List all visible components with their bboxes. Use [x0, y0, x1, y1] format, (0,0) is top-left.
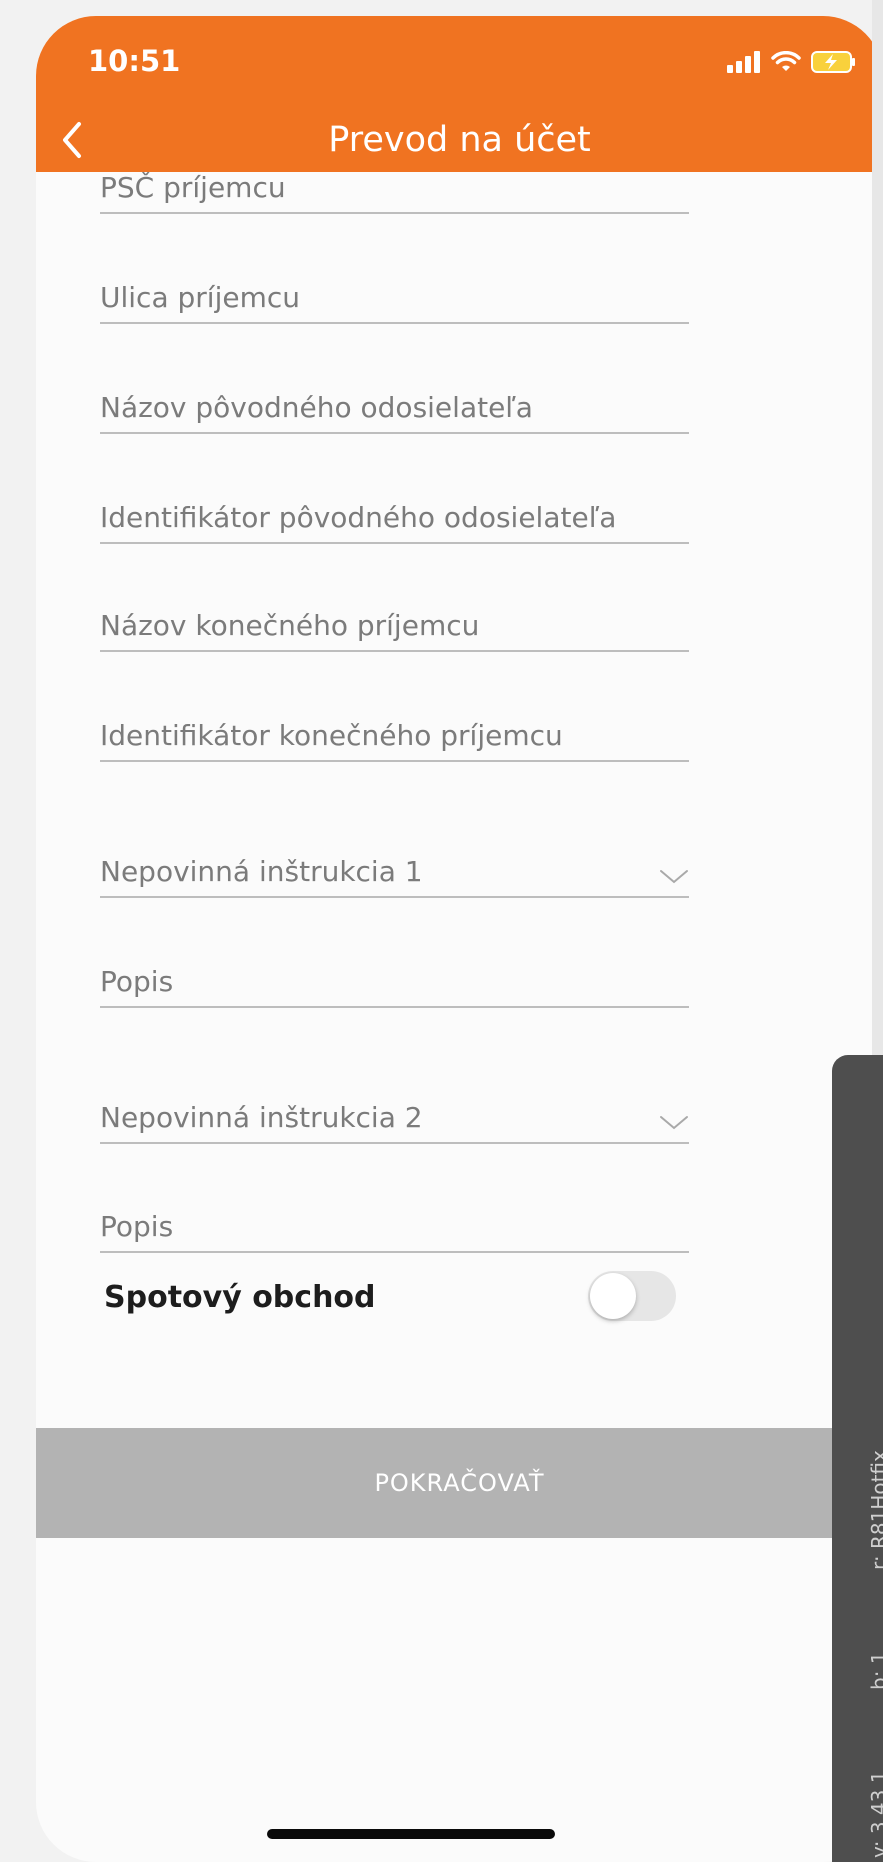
original-sender-name-field[interactable]: Názov pôvodného odosielateľa — [100, 382, 689, 434]
debug-version-text: v: 3.43.1 — [867, 1770, 883, 1858]
spot-trade-toggle[interactable] — [588, 1271, 676, 1321]
optional-instruction-2-select[interactable]: Nepovinná inštrukcia 2 — [100, 1092, 689, 1144]
page-title: Prevod na účet — [328, 120, 591, 160]
signal-icon — [727, 51, 760, 73]
chevron-down-icon — [660, 1116, 688, 1130]
status-icons — [727, 46, 857, 78]
transfer-form: PSČ príjemcu Ulica príjemcu Názov pôvodn… — [36, 172, 883, 1412]
recipient-street-field[interactable]: Ulica príjemcu — [100, 272, 689, 324]
original-sender-id-field[interactable]: Identifikátor pôvodného odosielateľa — [100, 492, 689, 544]
app-header: 10:51 Prevod na účet — [36, 16, 883, 172]
continue-button[interactable]: POKRAČOVAŤ — [36, 1428, 883, 1538]
field-label: Názov konečného príjemcu — [100, 609, 480, 642]
field-label: Ulica príjemcu — [100, 281, 300, 314]
postal-code-field[interactable]: PSČ príjemcu — [100, 172, 689, 214]
toggle-knob — [590, 1273, 636, 1319]
field-label: Názov pôvodného odosielateľa — [100, 391, 533, 424]
field-label: Popis — [100, 965, 174, 998]
field-label: Nepovinná inštrukcia 1 — [100, 855, 423, 888]
field-label: Identifikátor pôvodného odosielateľa — [100, 501, 617, 534]
field-label: Identifikátor konečného príjemcu — [100, 719, 563, 752]
field-label: Nepovinná inštrukcia 2 — [100, 1101, 423, 1134]
optional-instruction-1-select[interactable]: Nepovinná inštrukcia 1 — [100, 846, 689, 898]
spot-trade-label: Spotový obchod — [104, 1280, 376, 1315]
chevron-down-icon — [660, 870, 688, 884]
phone-screen: 10:51 Prevod na účet PSČ príjemcu Ulica … — [36, 16, 883, 1862]
final-recipient-id-field[interactable]: Identifikátor konečného príjemcu — [100, 710, 689, 762]
debug-release-text: r: R81Hotfix — [867, 1450, 883, 1570]
description-2-field[interactable]: Popis — [100, 1201, 689, 1253]
field-label: Popis — [100, 1210, 174, 1243]
status-time: 10:51 — [88, 44, 181, 78]
final-recipient-name-field[interactable]: Názov konečného príjemcu — [100, 600, 689, 652]
wifi-icon — [771, 51, 801, 71]
home-indicator — [267, 1829, 555, 1839]
battery-charging-icon — [811, 51, 855, 73]
debug-build-text: b: 1 — [867, 1651, 883, 1690]
description-1-field[interactable]: Popis — [100, 956, 689, 1008]
field-label: PSČ príjemcu — [100, 172, 286, 204]
